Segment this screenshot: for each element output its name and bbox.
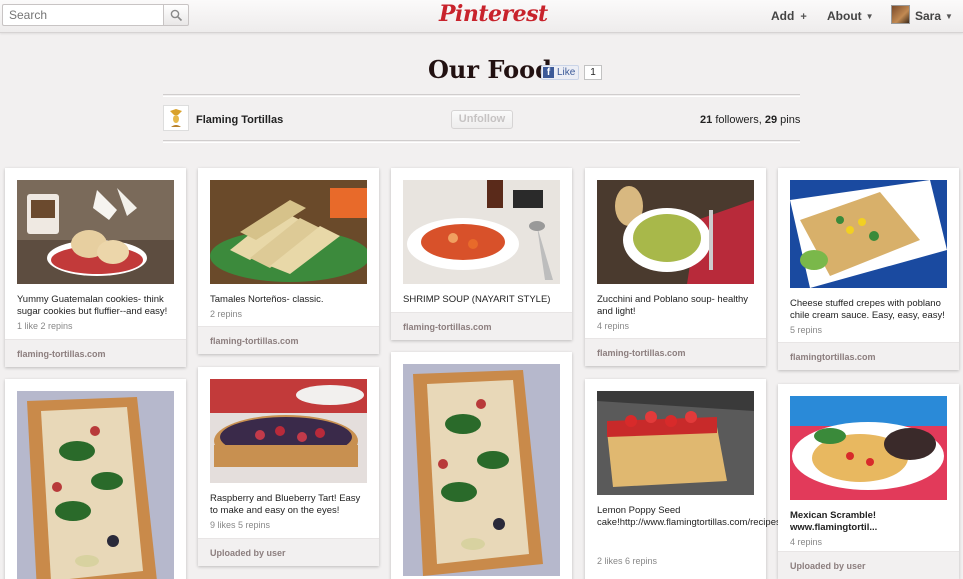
- pin-card[interactable]: [5, 379, 186, 579]
- pin-source[interactable]: flaming-tortillas.com: [585, 338, 766, 366]
- chevron-down-icon: ▼: [865, 12, 874, 21]
- like-label: Like: [557, 67, 576, 78]
- pin-stats: 5 repins: [790, 325, 823, 335]
- pin-description: Tamales Norteños- classic.: [210, 294, 324, 305]
- pin-image[interactable]: [790, 180, 947, 288]
- pin-source[interactable]: Uploaded by user: [198, 538, 379, 566]
- search-icon: [170, 9, 183, 22]
- pin-image[interactable]: [210, 180, 367, 284]
- divider: [163, 140, 800, 143]
- pin-description: Lemon Poppy Seed cake!http://www.flaming…: [597, 505, 946, 528]
- search-input[interactable]: [2, 4, 163, 26]
- pin-description: Raspberry and Blueberry Tart! Easy to ma…: [210, 493, 361, 516]
- pin-description: Cheese stuffed crepes with poblano chile…: [790, 298, 945, 321]
- pin-card[interactable]: Raspberry and Blueberry Tart! Easy to ma…: [198, 367, 379, 566]
- pin-card[interactable]: Tamales Norteños- classic. 2 repins flam…: [198, 168, 379, 354]
- pin-stats: 4 repins: [597, 321, 630, 331]
- about-menu[interactable]: About ▼: [827, 9, 874, 23]
- board-stats: 21 followers, 29 pins: [700, 114, 800, 126]
- search-box: [2, 4, 189, 26]
- pin-card[interactable]: Cheese stuffed crepes with poblano chile…: [778, 168, 959, 370]
- add-menu[interactable]: Add +: [771, 9, 807, 23]
- facebook-like-button[interactable]: f Like: [541, 65, 579, 80]
- pin-image[interactable]: [597, 391, 754, 495]
- pin-image[interactable]: [597, 180, 754, 284]
- followers-label: followers,: [715, 114, 762, 126]
- pin-image[interactable]: [17, 391, 174, 579]
- board-title: Our Food: [428, 55, 552, 84]
- pin-card[interactable]: Lemon Poppy Seed cake!http://www.flaming…: [585, 379, 946, 579]
- pinterest-logo[interactable]: Pinterest: [439, 1, 548, 27]
- pin-source[interactable]: flaming-tortillas.com: [198, 326, 379, 354]
- pin-source[interactable]: flaming-tortillas.com: [391, 312, 572, 340]
- pin-description: Mexican Scramble! www.flamingtortil...: [790, 510, 878, 533]
- user-menu-label: Sara: [915, 9, 942, 23]
- owner-logo-icon: [170, 109, 182, 127]
- about-menu-label: About: [827, 9, 862, 23]
- unfollow-button[interactable]: Unfollow: [451, 110, 513, 129]
- pin-image[interactable]: [403, 180, 560, 284]
- facebook-icon: f: [543, 67, 554, 78]
- chevron-down-icon: ▼: [945, 12, 953, 21]
- pin-image[interactable]: [403, 364, 560, 576]
- pin-source[interactable]: flaming-tortillas.com: [5, 339, 186, 367]
- pin-stats: 2 repins: [210, 309, 243, 319]
- owner-avatar[interactable]: [163, 105, 189, 131]
- top-navigation-bar: Pinterest Add+ About▼ Sara▼: [0, 0, 963, 33]
- followers-count: 21: [700, 114, 713, 126]
- pin-description: SHRIMP SOUP (NAYARIT STYLE): [403, 294, 551, 305]
- pins-label: pins: [780, 114, 801, 126]
- owner-name-link[interactable]: Flaming Tortillas: [196, 114, 283, 126]
- pin-source[interactable]: Uploaded by user: [778, 551, 959, 579]
- pin-card[interactable]: Yummy Guatemalan cookies- think sugar co…: [5, 168, 186, 367]
- search-button[interactable]: [163, 4, 189, 26]
- pin-stats: 2 likes 6 repins: [597, 556, 658, 566]
- pins-count: 29: [764, 114, 778, 126]
- user-menu[interactable]: Sara ▼: [915, 9, 953, 23]
- pin-image[interactable]: [17, 180, 174, 284]
- add-menu-label: Add: [771, 9, 795, 23]
- pin-stats: 4 repins: [790, 537, 823, 547]
- user-avatar[interactable]: [891, 5, 910, 24]
- like-count: 1: [584, 65, 602, 80]
- pin-description: Zucchini and Poblano soup- healthy and l…: [597, 294, 749, 317]
- pin-image[interactable]: [790, 396, 947, 500]
- pin-source[interactable]: flamingtortillas.com: [778, 342, 959, 370]
- pin-card[interactable]: Mexican Scramble! www.flamingtortil... 4…: [778, 384, 959, 579]
- plus-icon: +: [800, 11, 807, 23]
- pin-stats: 9 likes 5 repins: [210, 520, 271, 530]
- pin-card[interactable]: [391, 352, 572, 579]
- pin-image[interactable]: [210, 379, 367, 483]
- divider: [163, 94, 800, 97]
- pin-card[interactable]: Zucchini and Poblano soup- healthy and l…: [585, 168, 766, 366]
- pin-card[interactable]: SHRIMP SOUP (NAYARIT STYLE) flaming-tort…: [391, 168, 572, 340]
- pin-stats: 1 like 2 repins: [17, 321, 73, 331]
- pin-description: Yummy Guatemalan cookies- think sugar co…: [17, 294, 168, 317]
